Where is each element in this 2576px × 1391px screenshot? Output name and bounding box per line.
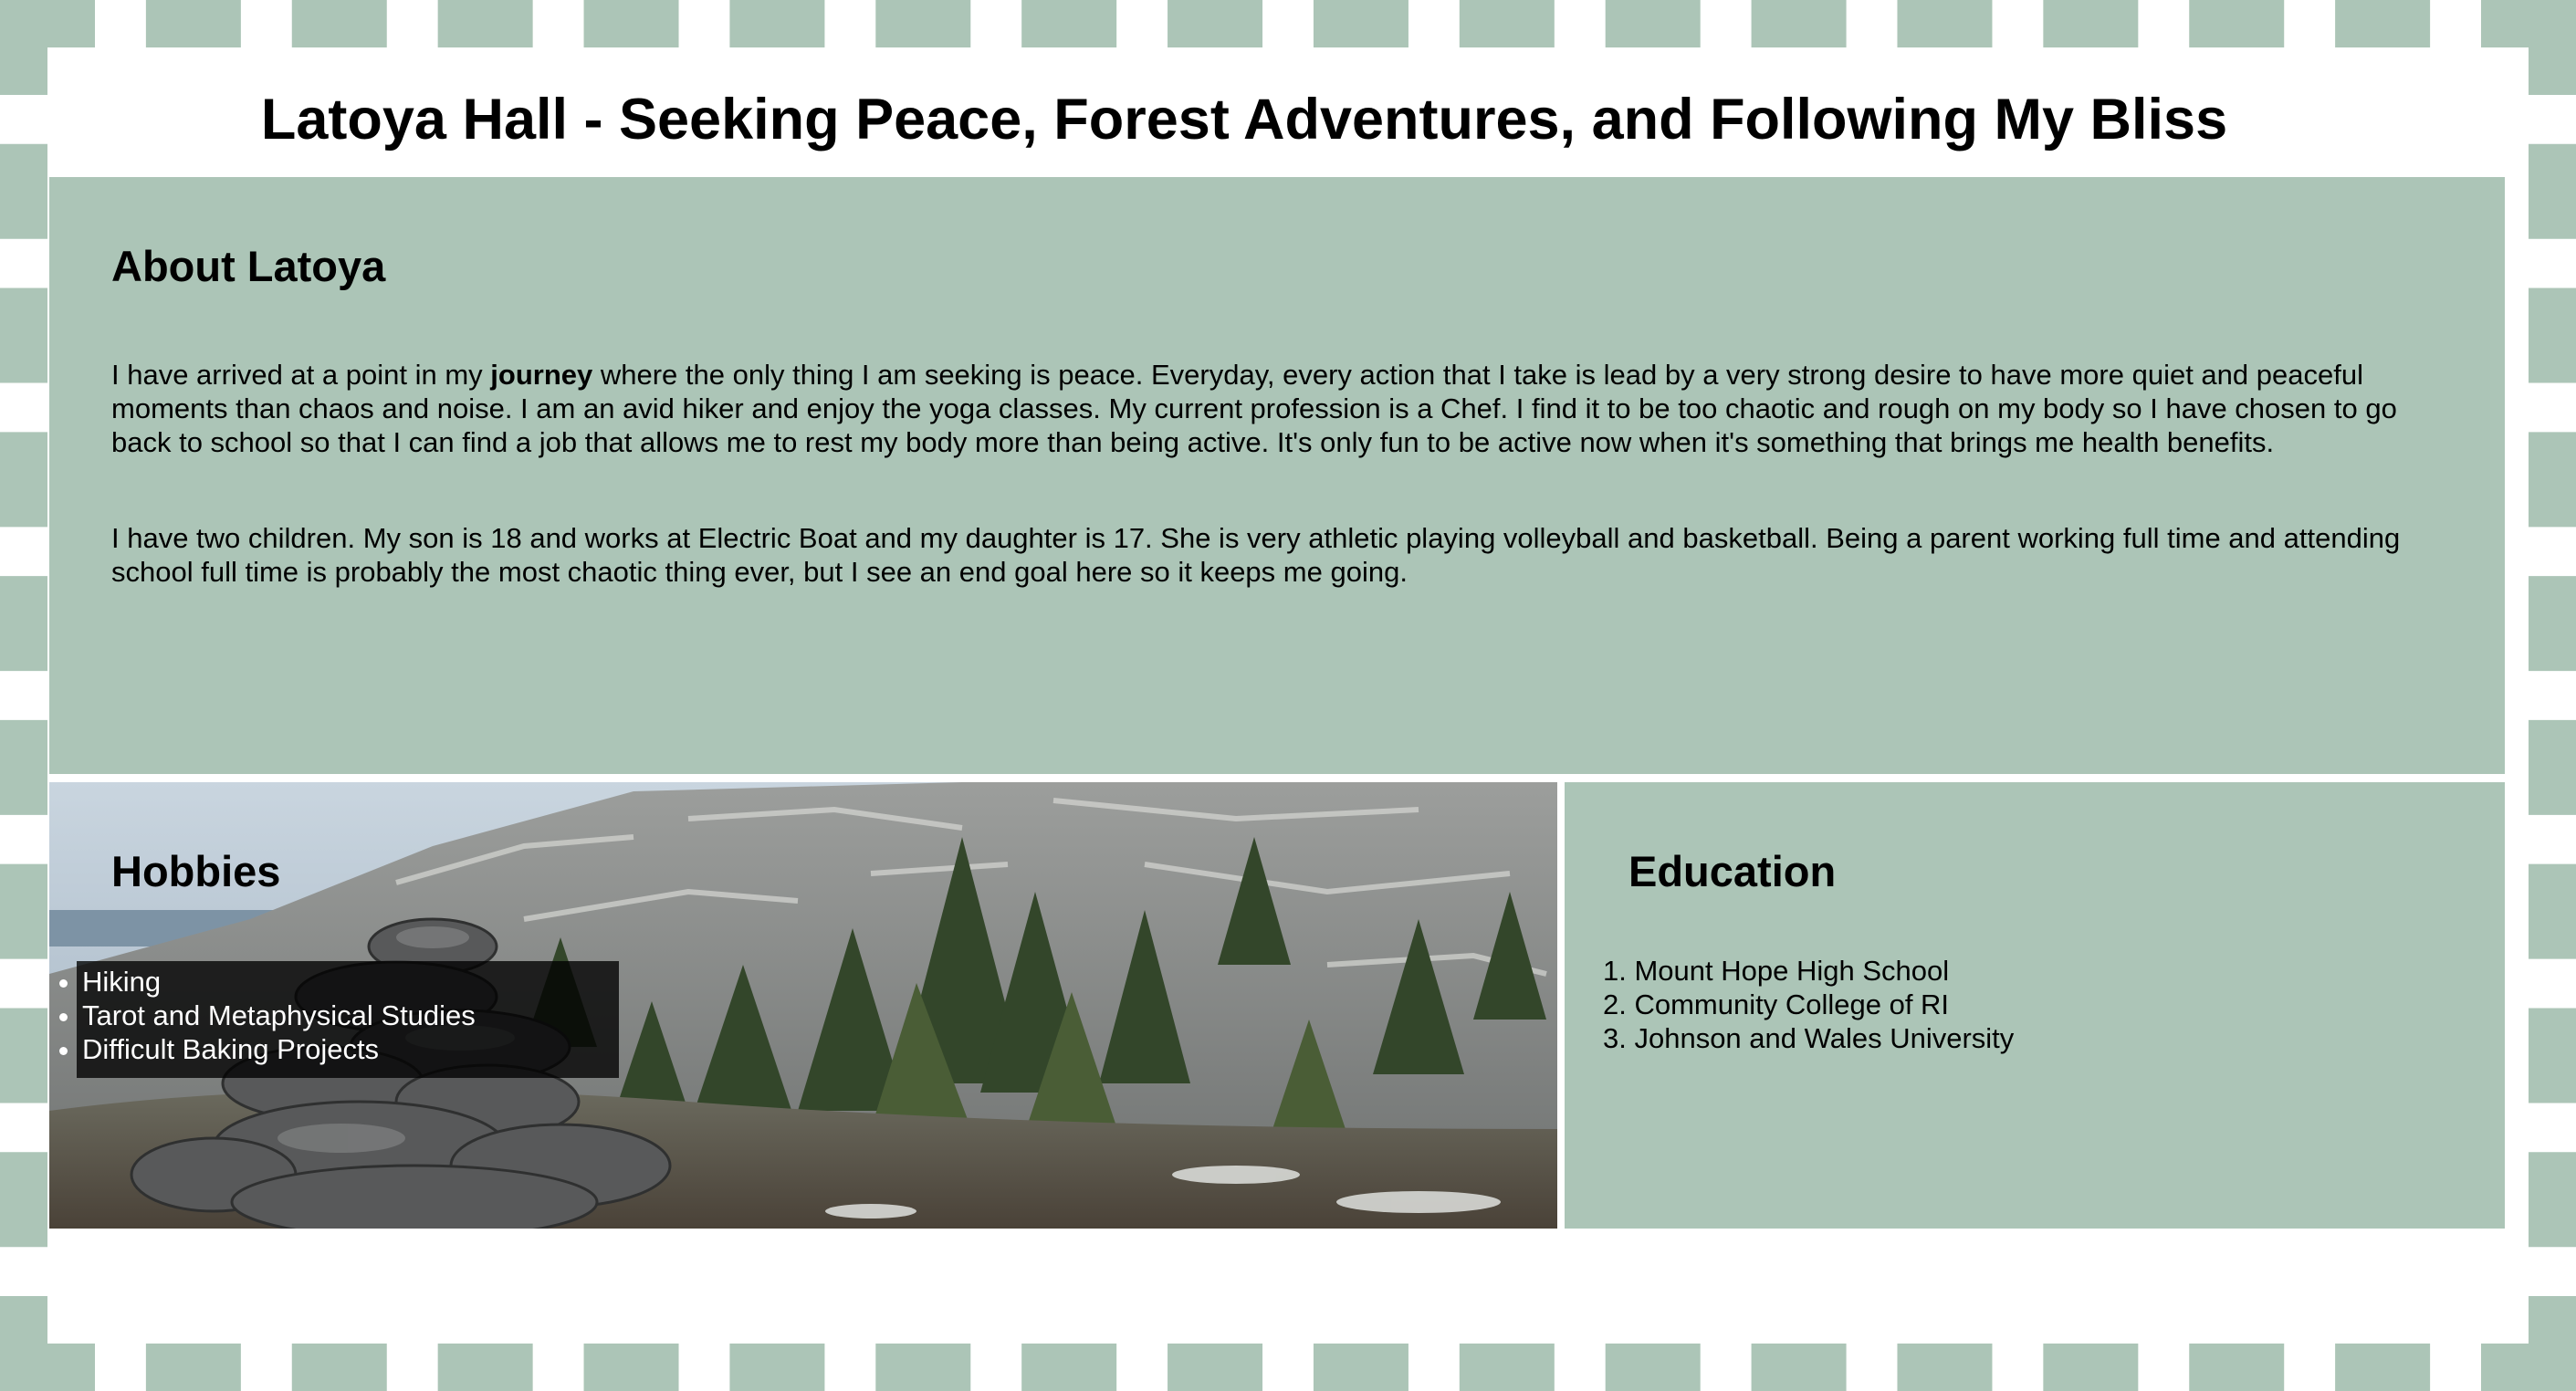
hobby-item: Tarot and Metaphysical Studies: [82, 999, 476, 1032]
education-item: Community College of RI: [1603, 988, 2441, 1021]
hobby-item: Hiking: [82, 965, 476, 999]
about-section: About Latoya I have arrived at a point i…: [49, 177, 2505, 774]
hobbies-section: Hobbies Hiking Tarot and Metaphysical St…: [49, 782, 1557, 1229]
page: Latoya Hall - Seeking Peace, Forest Adve…: [47, 47, 2529, 1344]
about-p1-bold: journey: [490, 359, 593, 392]
about-p1-start: I have arrived at a point in my: [111, 359, 491, 392]
about-paragraph-1: I have arrived at a point in my journey …: [111, 358, 2443, 459]
page-title: Latoya Hall - Seeking Peace, Forest Adve…: [260, 88, 2228, 152]
hobbies-heading: Hobbies: [111, 847, 281, 895]
hobby-item: Difficult Baking Projects: [82, 1032, 476, 1066]
education-list: Mount Hope High School Community College…: [1603, 954, 2441, 1055]
education-item: Johnson and Wales University: [1603, 1021, 2441, 1055]
about-paragraph-2: I have two children. My son is 18 and wo…: [111, 522, 2401, 589]
education-heading: Education: [1628, 847, 1837, 895]
education-item: Mount Hope High School: [1603, 954, 2441, 988]
education-section: Education Mount Hope High School Communi…: [1565, 782, 2505, 1229]
hobbies-list: Hiking Tarot and Metaphysical Studies Di…: [55, 965, 476, 1066]
about-heading: About Latoya: [111, 242, 386, 290]
